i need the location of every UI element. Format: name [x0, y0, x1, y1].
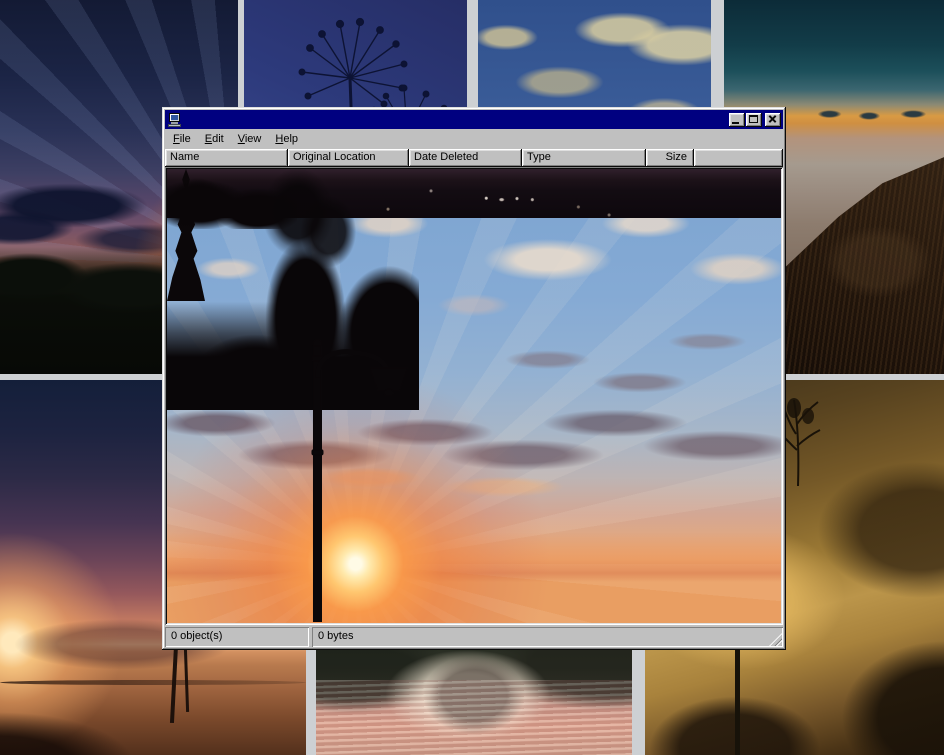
- status-bar: 0 object(s) 0 bytes: [165, 627, 783, 647]
- status-object-count: 0 object(s): [165, 627, 309, 647]
- list-column-headers: Name Original Location Date Deleted Type…: [165, 149, 783, 167]
- far-shore-streak: [0, 680, 306, 685]
- minimize-button[interactable]: [729, 113, 745, 127]
- sunset-lamp-photo: [167, 169, 781, 623]
- menu-help[interactable]: Help: [268, 131, 305, 148]
- column-header-stub: [694, 149, 783, 167]
- titlebar[interactable]: [165, 110, 783, 129]
- menu-view[interactable]: View: [231, 131, 269, 148]
- column-header-name[interactable]: Name: [165, 149, 288, 167]
- street-lamp-silhouette: [167, 169, 781, 622]
- status-total-size: 0 bytes: [312, 627, 783, 647]
- menu-bar: File Edit View Help: [165, 129, 783, 149]
- recycle-bin-window: File Edit View Help Name Original Locati…: [162, 107, 786, 650]
- lamp-pole-silhouette: [735, 642, 740, 755]
- desktop: File Edit View Help Name Original Locati…: [0, 0, 944, 755]
- menu-edit[interactable]: Edit: [198, 131, 231, 148]
- menu-file[interactable]: File: [166, 131, 198, 148]
- column-header-type[interactable]: Type: [522, 149, 646, 167]
- column-header-date-deleted[interactable]: Date Deleted: [409, 149, 522, 167]
- list-view-area: [165, 167, 783, 625]
- maximize-icon: [749, 115, 758, 123]
- maximize-button[interactable]: [746, 113, 762, 127]
- close-button[interactable]: [765, 113, 781, 127]
- minimize-icon: [732, 122, 739, 124]
- column-header-size[interactable]: Size: [646, 149, 694, 167]
- column-header-original-location[interactable]: Original Location: [288, 149, 409, 167]
- computer-icon: [167, 113, 182, 127]
- water-ripples: [316, 680, 632, 755]
